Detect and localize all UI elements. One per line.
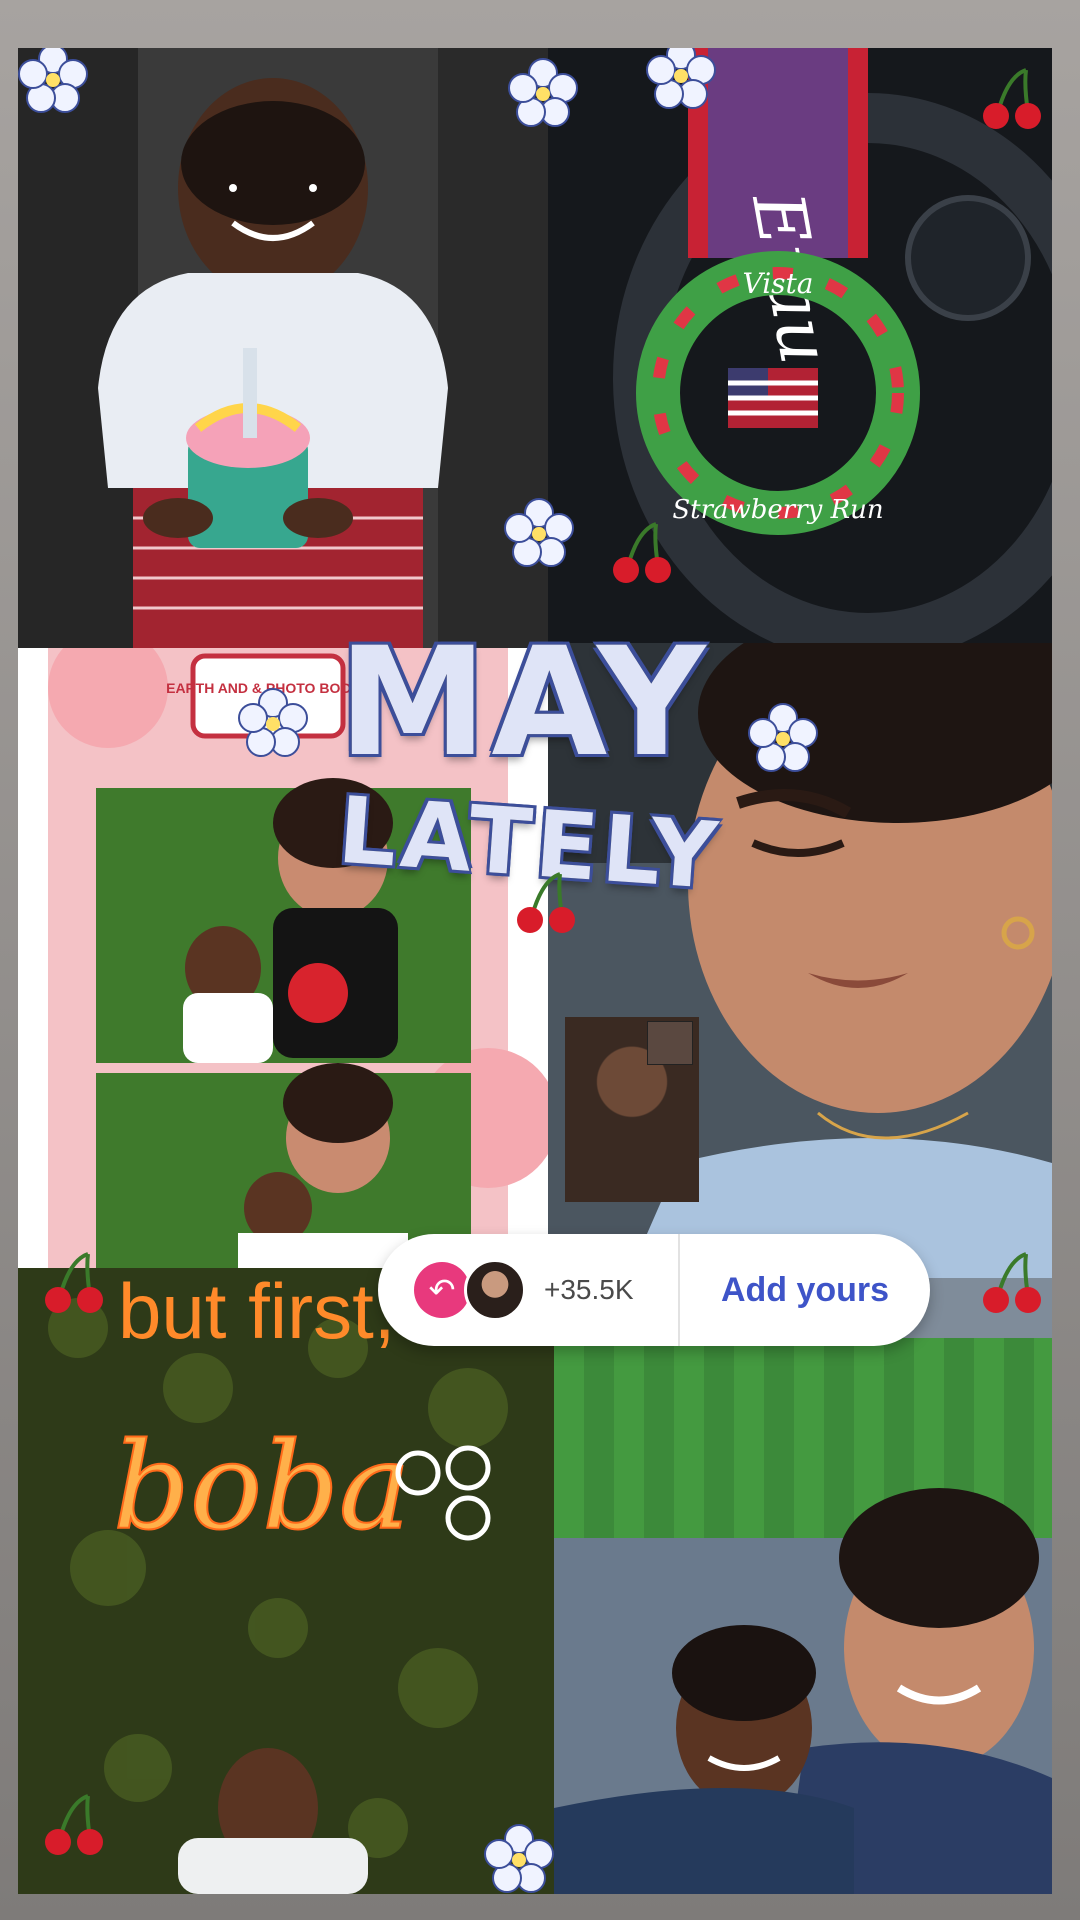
flower-icon — [504, 498, 574, 567]
cherry-icon — [517, 872, 575, 933]
flower-icon — [748, 703, 818, 772]
add-yours-button[interactable]: Add yours — [680, 1271, 930, 1310]
add-yours-participants[interactable]: ↶ +35.5K — [378, 1234, 678, 1346]
flower-icon — [508, 58, 578, 127]
medal-top-text: Vista — [743, 267, 814, 300]
video-call-inset[interactable] — [565, 1017, 699, 1202]
flower-icon — [18, 48, 88, 113]
cherry-icon — [613, 522, 671, 583]
avatar — [464, 1259, 526, 1321]
story-frame: Erau Vista Strawberry Run EARTH AND & PH… — [0, 0, 1080, 1920]
photo-stadium — [554, 1278, 1052, 1894]
cherry-icon — [45, 1252, 103, 1313]
photo-girl-candy — [18, 48, 548, 648]
flower-icon — [646, 48, 716, 109]
reply-arrow-icon[interactable]: ↶ — [414, 1262, 470, 1318]
cherry-icon — [983, 1252, 1041, 1313]
may-lately-title: MAY LATELY — [335, 616, 808, 910]
title-may: MAY — [338, 616, 710, 790]
photo-girl-candy-art — [18, 48, 548, 648]
medal-bottom-text: Strawberry Run — [672, 495, 883, 525]
cherry-icon — [983, 68, 1041, 129]
flower-icon — [238, 688, 308, 757]
photo-stadium-art — [554, 1278, 1052, 1894]
cherry-icon — [45, 1794, 103, 1855]
story-card[interactable]: Erau Vista Strawberry Run EARTH AND & PH… — [18, 48, 1052, 1894]
add-yours-sticker[interactable]: ↶ +35.5K Add yours — [378, 1234, 930, 1346]
neon-line-2: boba — [113, 1418, 410, 1557]
flower-icon — [484, 1824, 554, 1893]
neon-line-1: but first, — [118, 1268, 395, 1355]
participant-count: +35.5K — [544, 1274, 634, 1305]
video-call-mini-preview[interactable] — [647, 1021, 693, 1065]
